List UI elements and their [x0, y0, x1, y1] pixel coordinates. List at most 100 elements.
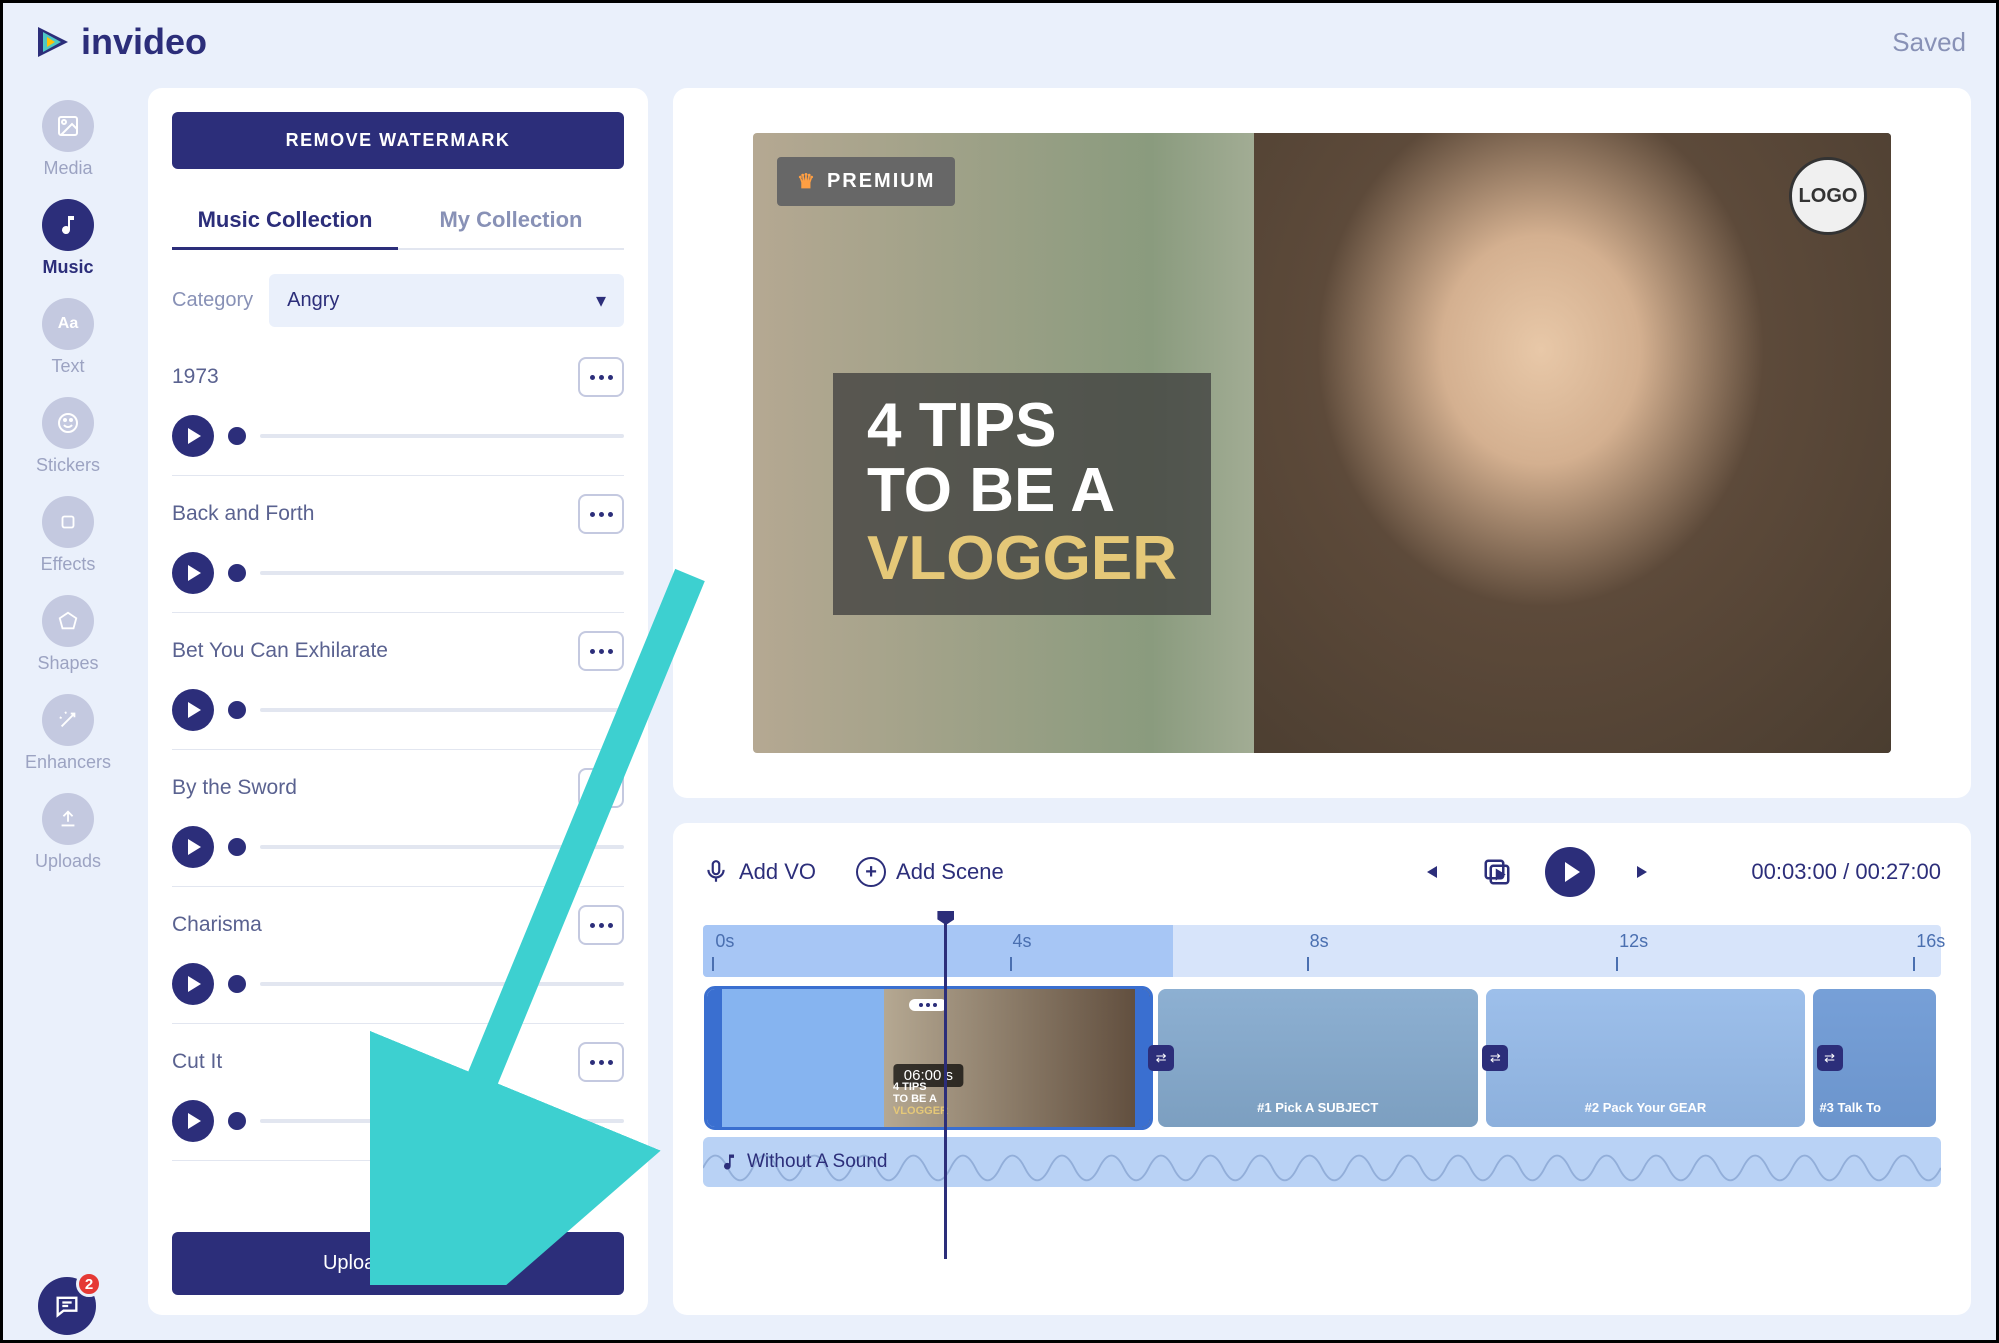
play-all-button[interactable] [1479, 854, 1515, 890]
track-title: Back and Forth [172, 502, 314, 526]
sidebar: Media Music Aa Text Stickers Effects Sha… [13, 88, 123, 1315]
logo-stamp: LOGO [1789, 157, 1867, 235]
clip-transition-button[interactable] [1817, 1045, 1843, 1071]
clip-caption: #1 Pick A SUBJECT [1257, 1100, 1378, 1115]
track-progress-bar[interactable] [260, 845, 624, 849]
ruler-tick: 4s [1013, 931, 1032, 952]
track-play-button[interactable] [172, 552, 214, 594]
music-icon [42, 199, 94, 251]
sidebar-item-effects[interactable]: Effects [41, 496, 96, 575]
clips-row: 06:00 s 4 TIPSTO BE AVLOGGER #1 Pick A S… [703, 989, 1941, 1127]
mic-icon [703, 859, 729, 885]
sidebar-item-enhancers[interactable]: Enhancers [25, 694, 111, 773]
clip-caption: #2 Pack Your GEAR [1585, 1100, 1707, 1115]
chat-notification-count: 2 [76, 1271, 102, 1297]
sidebar-label: Media [43, 158, 92, 179]
crown-icon: ♛ [797, 169, 817, 194]
track-seek-knob[interactable] [228, 1112, 246, 1130]
sidebar-item-text[interactable]: Aa Text [42, 298, 94, 377]
track-play-button[interactable] [172, 689, 214, 731]
clip[interactable]: #1 Pick A SUBJECT [1158, 989, 1478, 1127]
remove-watermark-button[interactable]: REMOVE WATERMARK [172, 112, 624, 169]
track-title: By the Sword [172, 776, 297, 800]
premium-badge: ♛ PREMIUM [777, 157, 955, 206]
sidebar-item-media[interactable]: Media [42, 100, 94, 179]
clip-active[interactable]: 06:00 s 4 TIPSTO BE AVLOGGER [707, 989, 1150, 1127]
clip-overlay-title: 4 TIPSTO BE AVLOGGER [893, 1081, 948, 1117]
tab-my-collection[interactable]: My Collection [398, 193, 624, 250]
track-progress-bar[interactable] [260, 1119, 624, 1123]
sidebar-item-shapes[interactable]: Shapes [37, 595, 98, 674]
chevron-down-icon: ▾ [596, 288, 606, 313]
track-seek-knob[interactable] [228, 701, 246, 719]
category-dropdown[interactable]: Angry ▾ [269, 274, 624, 327]
track-more-button[interactable] [578, 1042, 624, 1082]
tab-music-collection[interactable]: Music Collection [172, 193, 398, 250]
uploads-icon [42, 793, 94, 845]
shapes-icon [42, 595, 94, 647]
track-play-button[interactable] [172, 1100, 214, 1142]
track-more-button[interactable] [578, 494, 624, 534]
track-item: Charisma [172, 887, 624, 1024]
track-item: Back and Forth [172, 476, 624, 613]
upload-own-button[interactable]: Upload your own [172, 1232, 624, 1295]
track-item: Bet You Can Exhilarate [172, 613, 624, 750]
music-panel: REMOVE WATERMARK Music Collection My Col… [148, 88, 648, 1315]
track-progress-bar[interactable] [260, 434, 624, 438]
timeline-time: 00:03:00 / 00:27:00 [1751, 859, 1941, 885]
track-item: 1973 [172, 339, 624, 476]
category-value: Angry [287, 289, 339, 312]
add-scene-button[interactable]: + Add Scene [856, 857, 1004, 887]
ruler-tick: 16s [1916, 931, 1945, 952]
chat-button[interactable]: 2 [38, 1277, 96, 1335]
track-item: Cut It [172, 1024, 624, 1161]
waveform [703, 1137, 1941, 1187]
audio-track-name: Without A Sound [747, 1151, 888, 1173]
audio-track[interactable]: Without A Sound [703, 1137, 1941, 1187]
sidebar-label: Effects [41, 554, 96, 575]
clip[interactable]: #2 Pack Your GEAR [1486, 989, 1806, 1127]
title-line3: VLOGGER [867, 525, 1177, 593]
track-play-button[interactable] [172, 415, 214, 457]
ruler-tick: 12s [1619, 931, 1648, 952]
track-seek-knob[interactable] [228, 564, 246, 582]
enhancers-icon [42, 694, 94, 746]
track-progress-bar[interactable] [260, 708, 624, 712]
track-seek-knob[interactable] [228, 975, 246, 993]
track-play-button[interactable] [172, 963, 214, 1005]
clip-transition-button[interactable] [1148, 1045, 1174, 1071]
track-progress-bar[interactable] [260, 571, 624, 575]
track-more-button[interactable] [578, 768, 624, 808]
track-list: 1973 Back and Forth Bet You Can Exhilara… [172, 339, 624, 1315]
track-progress-bar[interactable] [260, 982, 624, 986]
playhead[interactable] [944, 919, 947, 1259]
brand-logo[interactable]: invideo [33, 21, 207, 63]
clip-caption: #3 Talk To [1819, 1100, 1881, 1115]
timeline-ruler[interactable]: 0s 4s 8s 12s 16s [703, 925, 1941, 977]
track-more-button[interactable] [578, 905, 624, 945]
track-more-button[interactable] [578, 631, 624, 671]
track-play-button[interactable] [172, 826, 214, 868]
video-preview[interactable]: ♛ PREMIUM LOGO 4 TIPS TO BE A VLOGGER [753, 133, 1891, 753]
sidebar-label: Text [51, 356, 84, 377]
play-button[interactable] [1545, 847, 1595, 897]
sidebar-item-music[interactable]: Music [42, 199, 94, 278]
sidebar-item-uploads[interactable]: Uploads [35, 793, 101, 872]
clip-transition-button[interactable] [1482, 1045, 1508, 1071]
clip-handle-left[interactable] [707, 989, 722, 1127]
track-title: Cut It [172, 1050, 222, 1074]
media-icon [42, 100, 94, 152]
timeline-panel: Add VO + Add Scene 00:03:00 / 00:27:00 [673, 823, 1971, 1315]
sidebar-label: Uploads [35, 851, 101, 872]
track-seek-knob[interactable] [228, 427, 246, 445]
track-seek-knob[interactable] [228, 838, 246, 856]
ruler-tick: 0s [715, 931, 734, 952]
sidebar-label: Stickers [36, 455, 100, 476]
title-overlay: 4 TIPS TO BE A VLOGGER [833, 373, 1211, 615]
sidebar-item-stickers[interactable]: Stickers [36, 397, 100, 476]
prev-button[interactable] [1413, 854, 1449, 890]
clip-more-button[interactable] [909, 999, 947, 1011]
next-button[interactable] [1625, 854, 1661, 890]
add-voiceover-button[interactable]: Add VO [703, 859, 816, 885]
track-more-button[interactable] [578, 357, 624, 397]
